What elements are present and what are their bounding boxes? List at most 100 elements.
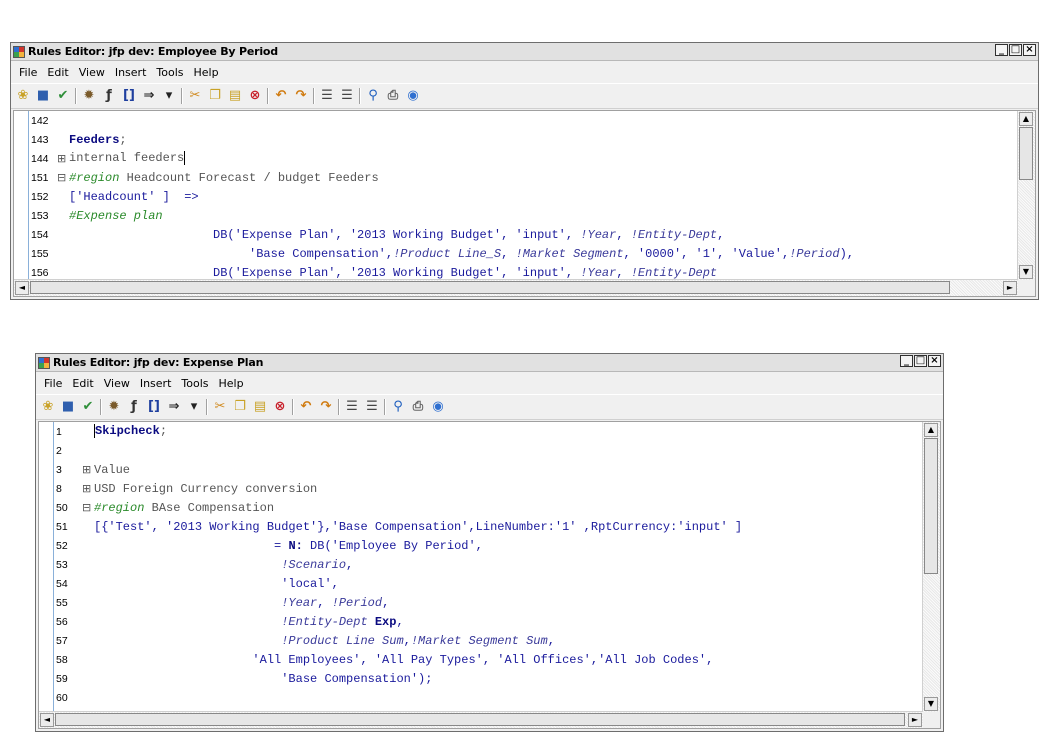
scroll-left-button[interactable]: ◄ bbox=[40, 713, 54, 727]
scroll-down-button[interactable]: ▼ bbox=[1019, 265, 1033, 279]
dropdown-icon[interactable]: ▾ bbox=[186, 399, 202, 415]
menu-file[interactable]: File bbox=[14, 66, 42, 79]
scroll-up-button[interactable]: ▲ bbox=[1019, 112, 1033, 126]
maximize-button[interactable]: □ bbox=[914, 355, 927, 367]
h-scroll-thumb[interactable] bbox=[55, 713, 905, 726]
code-line[interactable]: 57 !Product Line Sum,!Market Segment Sum… bbox=[54, 631, 923, 650]
expand-region-icon[interactable]: ⊞ bbox=[82, 482, 94, 495]
code-line[interactable]: 54 'local', bbox=[54, 574, 923, 593]
horizontal-scrollbar[interactable]: ◄ ► bbox=[39, 711, 923, 728]
dropdown-icon[interactable]: ▾ bbox=[161, 88, 177, 104]
maximize-button[interactable]: □ bbox=[1009, 44, 1022, 56]
undo-icon[interactable]: ↶ bbox=[298, 399, 314, 415]
menu-view[interactable]: View bbox=[74, 66, 110, 79]
code-line[interactable]: 142 bbox=[29, 111, 1018, 130]
brackets-icon[interactable]: [] bbox=[121, 88, 137, 104]
copy-icon[interactable]: ❐ bbox=[207, 88, 223, 104]
help-icon[interactable]: ◉ bbox=[430, 399, 446, 415]
arrow-icon[interactable]: ⇒ bbox=[166, 399, 182, 415]
redo-icon[interactable]: ↷ bbox=[293, 88, 309, 104]
redo-icon[interactable]: ↷ bbox=[318, 399, 334, 415]
menu-file[interactable]: File bbox=[39, 377, 67, 390]
print-icon[interactable]: ⎙ bbox=[385, 88, 401, 104]
open-icon[interactable]: ❀ bbox=[15, 88, 31, 104]
code-line[interactable]: 155 'Base Compensation',!Product Line_S,… bbox=[29, 244, 1018, 263]
menu-help[interactable]: Help bbox=[189, 66, 224, 79]
cut-icon[interactable]: ✂ bbox=[187, 88, 203, 104]
scroll-down-button[interactable]: ▼ bbox=[924, 697, 938, 711]
function-icon[interactable]: ƒ bbox=[101, 88, 117, 104]
gear-icon[interactable]: ✹ bbox=[106, 399, 122, 415]
code-line[interactable]: 56 !Entity-Dept Exp, bbox=[54, 612, 923, 631]
scroll-thumb[interactable] bbox=[924, 438, 938, 574]
code-line[interactable]: 154 DB('Expense Plan', '2013 Working Bud… bbox=[29, 225, 1018, 244]
code-line[interactable]: 60 bbox=[54, 688, 923, 707]
indent-icon[interactable]: ☰ bbox=[319, 88, 335, 104]
scroll-up-button[interactable]: ▲ bbox=[924, 423, 938, 437]
code-line[interactable]: 59 'Base Compensation'); bbox=[54, 669, 923, 688]
horizontal-scrollbar[interactable]: ◄ ► bbox=[14, 279, 1018, 296]
collapse-region-icon[interactable]: ⊟ bbox=[82, 501, 94, 514]
gear-icon[interactable]: ✹ bbox=[81, 88, 97, 104]
menu-insert[interactable]: Insert bbox=[110, 66, 152, 79]
scroll-thumb[interactable] bbox=[1019, 127, 1033, 180]
scroll-right-button[interactable]: ► bbox=[1003, 281, 1017, 295]
expand-region-icon[interactable]: ⊞ bbox=[82, 463, 94, 476]
find-icon[interactable]: ⚲ bbox=[390, 399, 406, 415]
cut-icon[interactable]: ✂ bbox=[212, 399, 228, 415]
code-line[interactable]: 52 = N: DB('Employee By Period', bbox=[54, 536, 923, 555]
vertical-scrollbar[interactable]: ▲ ▼ bbox=[922, 422, 940, 712]
function-icon[interactable]: ƒ bbox=[126, 399, 142, 415]
outdent-icon[interactable]: ☰ bbox=[364, 399, 380, 415]
indent-icon[interactable]: ☰ bbox=[344, 399, 360, 415]
minimize-button[interactable]: _ bbox=[995, 44, 1008, 56]
menu-edit[interactable]: Edit bbox=[67, 377, 98, 390]
vertical-scrollbar[interactable]: ▲ ▼ bbox=[1017, 111, 1035, 280]
check-syntax-icon[interactable]: ✔ bbox=[80, 399, 96, 415]
code-line[interactable]: 55 !Year, !Period, bbox=[54, 593, 923, 612]
menu-edit[interactable]: Edit bbox=[42, 66, 73, 79]
title-bar[interactable]: Rules Editor: jfp dev: Expense Plan _ □ … bbox=[36, 354, 943, 372]
close-button[interactable]: × bbox=[1023, 44, 1036, 56]
code-line[interactable]: 151 ⊟ #region Headcount Forecast / budget … bbox=[29, 168, 1018, 187]
code-line[interactable]: 53 !Scenario, bbox=[54, 555, 923, 574]
minimize-button[interactable]: _ bbox=[900, 355, 913, 367]
code-line[interactable]: 1 Skipcheck; bbox=[54, 422, 923, 441]
scroll-left-button[interactable]: ◄ bbox=[15, 281, 29, 295]
paste-icon[interactable]: ▤ bbox=[227, 88, 243, 104]
title-bar[interactable]: Rules Editor: jfp dev: Employee By Perio… bbox=[11, 43, 1038, 61]
copy-icon[interactable]: ❐ bbox=[232, 399, 248, 415]
code-line[interactable]: 153 #Expense plan bbox=[29, 206, 1018, 225]
menu-tools[interactable]: Tools bbox=[176, 377, 213, 390]
code-line[interactable]: 8 ⊞ USD Foreign Currency conversion bbox=[54, 479, 923, 498]
code-line[interactable]: 156 DB('Expense Plan', '2013 Working Bud… bbox=[29, 263, 1018, 280]
expand-region-icon[interactable]: ⊞ bbox=[57, 152, 69, 165]
code-line[interactable]: 2 bbox=[54, 441, 923, 460]
find-icon[interactable]: ⚲ bbox=[365, 88, 381, 104]
undo-icon[interactable]: ↶ bbox=[273, 88, 289, 104]
print-icon[interactable]: ⎙ bbox=[410, 399, 426, 415]
rule-editor-area[interactable]: 142 143 Feeders; 144 ⊞ internal feeders 151 ⊟ #r… bbox=[13, 110, 1036, 297]
help-icon[interactable]: ◉ bbox=[405, 88, 421, 104]
arrow-icon[interactable]: ⇒ bbox=[141, 88, 157, 104]
rule-editor-area[interactable]: 1 Skipcheck; 2 3 ⊞ Value 8 ⊞ USD Foreign Currenc… bbox=[38, 421, 941, 729]
code-line[interactable]: 58 'All Employees', 'All Pay Types', 'Al… bbox=[54, 650, 923, 669]
h-scroll-thumb[interactable] bbox=[30, 281, 950, 294]
brackets-icon[interactable]: [] bbox=[146, 399, 162, 415]
resize-grip[interactable] bbox=[923, 712, 940, 728]
save-icon[interactable]: ■ bbox=[35, 88, 51, 104]
save-icon[interactable]: ■ bbox=[60, 399, 76, 415]
open-icon[interactable]: ❀ bbox=[40, 399, 56, 415]
close-button[interactable]: × bbox=[928, 355, 941, 367]
collapse-region-icon[interactable]: ⊟ bbox=[57, 171, 69, 184]
code-line[interactable]: 3 ⊞ Value bbox=[54, 460, 923, 479]
check-syntax-icon[interactable]: ✔ bbox=[55, 88, 71, 104]
menu-insert[interactable]: Insert bbox=[135, 377, 177, 390]
outdent-icon[interactable]: ☰ bbox=[339, 88, 355, 104]
delete-icon[interactable]: ⊗ bbox=[272, 399, 288, 415]
code-line[interactable]: 144 ⊞ internal feeders bbox=[29, 149, 1018, 168]
scroll-right-button[interactable]: ► bbox=[908, 713, 922, 727]
delete-icon[interactable]: ⊗ bbox=[247, 88, 263, 104]
menu-help[interactable]: Help bbox=[214, 377, 249, 390]
menu-tools[interactable]: Tools bbox=[151, 66, 188, 79]
